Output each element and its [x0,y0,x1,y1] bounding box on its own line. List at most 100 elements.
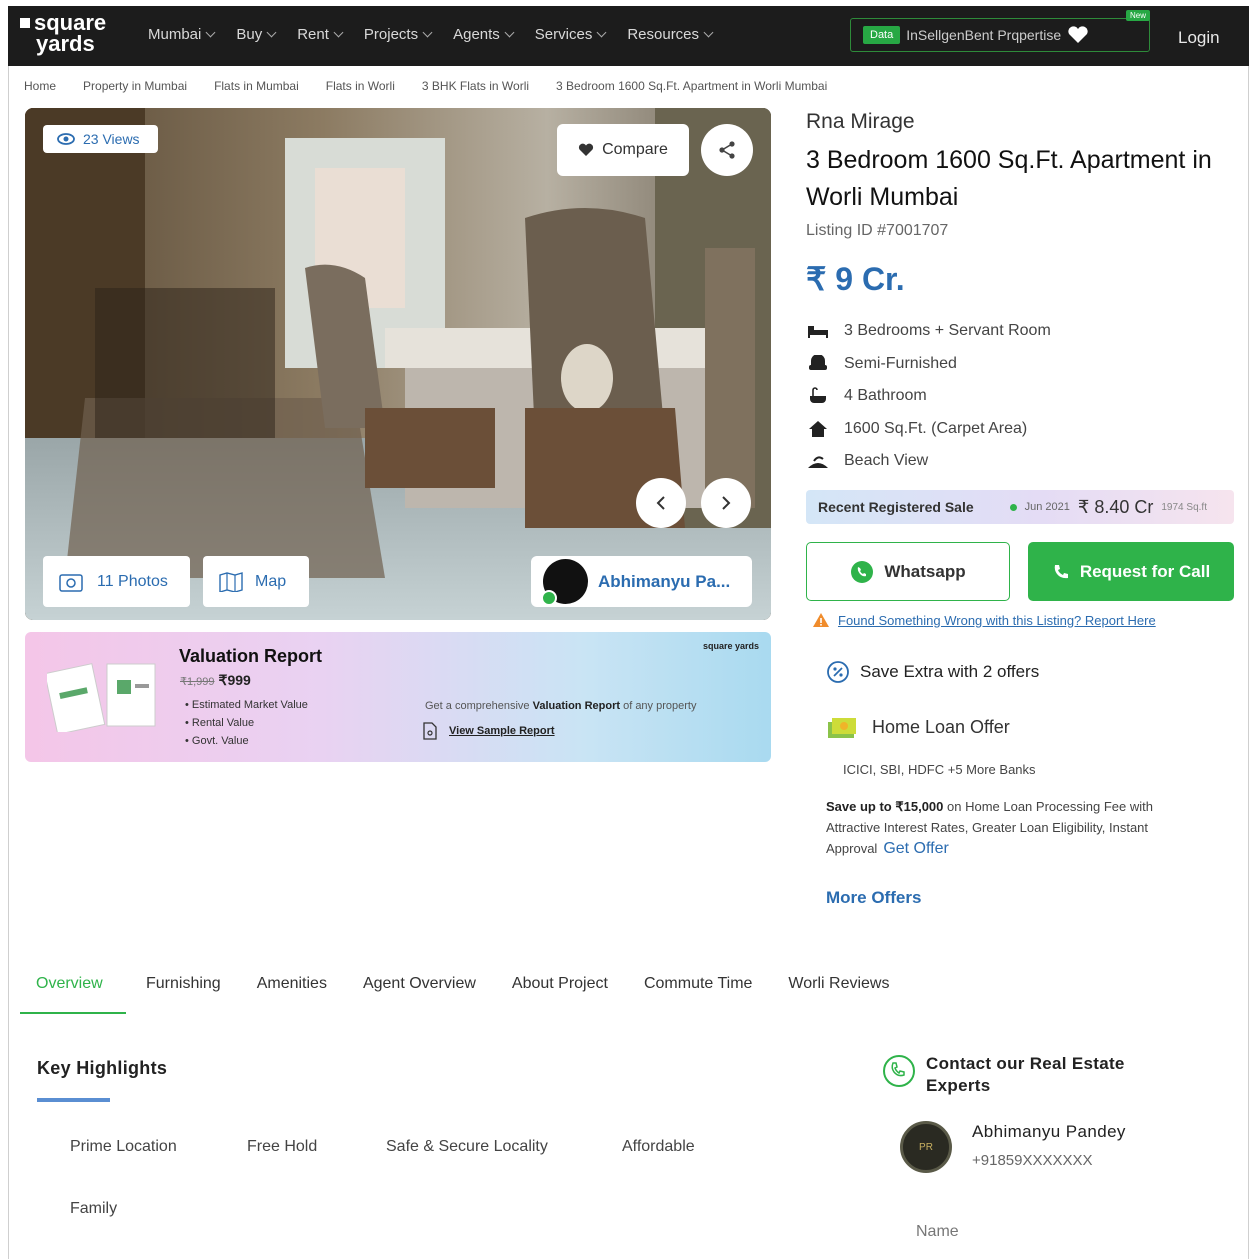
data-intelligence-box[interactable]: Data InSellgenBent Prqpertise [850,18,1150,52]
tab-about-project[interactable]: About Project [496,972,624,1014]
nav-resources[interactable]: Resources [627,26,714,43]
chevron-down-icon [596,27,607,38]
share-button[interactable] [701,124,753,176]
property-photo[interactable] [25,108,771,620]
status-dot [1009,503,1017,511]
top-nav-bar: square yards Mumbai Buy Rent Projects Ag… [8,6,1249,66]
breadcrumb-home[interactable]: Home [24,79,56,93]
new-badge: New [1126,10,1151,21]
tab-furnishing[interactable]: Furnishing [130,972,237,1014]
nav-agents[interactable]: Agents [453,26,515,43]
heart-icon[interactable] [1067,26,1089,44]
map-button[interactable]: Map [203,556,309,607]
highlight-item: Free Hold [247,1138,318,1155]
section-tabs: Overview Furnishing Amenities Agent Over… [20,972,909,1014]
nav-projects[interactable]: Projects [364,26,433,43]
chevron-down-icon [333,27,344,38]
site-logo[interactable]: square yards [20,12,106,55]
agent-phone: +91859XXXXXXX [972,1152,1093,1169]
chevron-left-icon [656,496,665,510]
heart-icon [579,143,594,156]
get-offer-link[interactable]: Get Offer [883,840,949,857]
avatar: PR [900,1121,952,1173]
nav-rent[interactable]: Rent [297,26,344,43]
phone-icon [1054,564,1068,578]
nav-buy[interactable]: Buy [236,26,277,43]
property-features: 3 Bedrooms + Servant Room Semi-Furnished… [806,315,1051,478]
tab-worli-reviews[interactable]: Worli Reviews [772,972,905,1014]
chevron-down-icon [504,27,515,38]
key-highlights-title: Key Highlights [37,1058,168,1078]
map-icon [219,571,243,592]
feature-view: Beach View [806,445,1051,478]
breadcrumb: Home Property in Mumbai Flats in Mumbai … [24,79,854,93]
feature-bedrooms: 3 Bedrooms + Servant Room [806,315,1051,348]
whatsapp-icon [851,560,874,583]
main-nav: Mumbai Buy Rent Projects Agents Services… [148,26,734,43]
tab-agent-overview[interactable]: Agent Overview [347,972,492,1014]
avatar [541,559,588,606]
breadcrumb-current: 3 Bedroom 1600 Sq.Ft. Apartment in Worli… [556,79,828,93]
compare-button[interactable]: Compare [557,124,689,176]
project-name[interactable]: Rna Mirage [806,110,915,134]
view-sample-report-link[interactable]: View Sample Report [423,722,555,740]
next-photo-button[interactable] [701,478,751,528]
money-icon [828,718,856,738]
highlight-item: Family [70,1200,118,1217]
chevron-down-icon [266,27,277,38]
title-underline [37,1098,110,1102]
nav-services[interactable]: Services [535,26,607,43]
tab-amenities[interactable]: Amenities [241,972,343,1014]
photos-button[interactable]: 11 Photos [43,556,190,607]
data-intelligence-text: InSellgenBent Prqpertise [906,27,1062,43]
whatsapp-button[interactable]: Whatsapp [806,542,1010,601]
recent-registered-sale[interactable]: Recent Registered Sale Jun 2021 ₹ 8.40 C… [806,490,1234,524]
whatsapp-icon [541,590,557,606]
square-yards-logo: square yards [703,641,760,651]
home-icon [809,420,827,437]
breadcrumb-flats-mumbai[interactable]: Flats in Mumbai [214,79,299,93]
valuation-description: Get a comprehensive Valuation Report of … [425,700,697,712]
dining-room-photo [25,108,771,620]
tab-commute-time[interactable]: Commute Time [628,972,768,1014]
prev-photo-button[interactable] [636,478,686,528]
chevron-down-icon [205,27,216,38]
valuation-items: Estimated Market Value Rental Value Govt… [185,696,308,750]
agent-pill[interactable]: Abhimanyu Pa... [531,556,752,607]
agent-name: Abhimanyu Pandey [972,1122,1126,1141]
phone-icon [883,1055,915,1087]
list-item: Govt. Value [185,732,308,750]
chevron-down-icon [703,27,714,38]
beach-icon [808,456,828,469]
offers-heading: Save Extra with 2 offers [826,660,1039,684]
report-documents-icon [47,663,156,732]
chevron-down-icon [422,27,433,38]
report-listing-link[interactable]: Found Something Wrong with this Listing?… [812,612,1156,628]
discount-icon [827,661,849,683]
tab-overview[interactable]: Overview [20,972,126,1014]
data-badge: Data [863,26,901,44]
more-offers-link[interactable]: More Offers [826,888,921,908]
eye-icon [57,133,75,145]
login-button[interactable]: Login [1178,28,1220,48]
request-call-button[interactable]: Request for Call [1028,542,1234,601]
share-icon [719,141,735,159]
highlight-item: Safe & Secure Locality [386,1138,548,1155]
home-loan-offer: Home Loan Offer [826,712,1010,742]
nav-mumbai[interactable]: Mumbai [148,26,216,43]
highlight-item: Affordable [622,1138,695,1155]
valuation-report-banner[interactable]: Valuation Report ₹1,999₹999 Estimated Ma… [25,632,771,762]
contact-experts-title: Contact our Real Estate Experts [926,1054,1125,1095]
breadcrumb-property-mumbai[interactable]: Property in Mumbai [83,79,187,93]
valuation-price: ₹1,999 ₹999 [180,672,251,688]
breadcrumb-flats-worli[interactable]: Flats in Worli [326,79,395,93]
page-title: 3 Bedroom 1600 Sq.Ft. Apartment in Worli… [806,146,1212,211]
offer-description: Save up to ₹15,000 on Home Loan Processi… [826,799,1153,857]
highlight-item: Prime Location [70,1138,177,1155]
list-item: Estimated Market Value [185,696,308,714]
feature-area: 1600 Sq.Ft. (Carpet Area) [806,413,1051,446]
bed-icon [808,326,828,339]
valuation-title: Valuation Report [179,646,323,666]
breadcrumb-3bhk-worli[interactable]: 3 BHK Flats in Worli [422,79,529,93]
sofa-icon [809,354,827,370]
